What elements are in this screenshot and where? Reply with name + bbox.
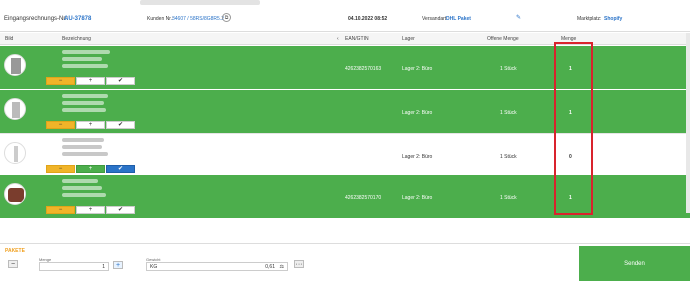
copy-icon[interactable]: ⧉	[222, 13, 231, 22]
edit-pencil-icon[interactable]: ✎	[516, 15, 522, 21]
increase-button[interactable]: +	[76, 165, 105, 173]
marketplace-label: Marktplatz:	[577, 16, 602, 22]
lager-cell: Lager 2: Büro	[402, 110, 433, 116]
decrease-button[interactable]: −	[46, 206, 75, 214]
blurred-product-detail	[62, 186, 102, 190]
lager-cell: Lager 2: Büro	[402, 66, 433, 72]
offen-cell: 1 Stück	[500, 195, 517, 201]
blurred-product-name	[62, 179, 98, 183]
scrollbar[interactable]	[686, 33, 690, 213]
increase-button[interactable]: +	[76, 77, 105, 85]
decrease-button[interactable]: −	[46, 165, 75, 173]
confirm-button[interactable]: ✔	[106, 121, 135, 129]
confirm-button[interactable]: ✔	[106, 77, 135, 85]
top-strip	[0, 0, 690, 8]
blurred-product-variant	[62, 64, 108, 68]
customer-label: Kunden Nr.:	[147, 16, 174, 22]
blurred-product-name	[62, 94, 108, 98]
confirm-button[interactable]: ✔	[106, 165, 135, 173]
product-image	[4, 54, 26, 76]
blurred-title	[140, 0, 260, 5]
scale-icon[interactable]: ⚖	[280, 264, 284, 270]
decrease-button[interactable]: −	[46, 121, 75, 129]
ean-cell: 4262382570163	[345, 66, 382, 72]
col-lager: Lager	[402, 36, 415, 42]
order-header: Eingangsrechnungs-Nr.: AU-37878 Kunden N…	[0, 10, 690, 28]
confirm-button[interactable]: ✔	[106, 206, 135, 214]
gewicht-value: 0,61	[265, 264, 275, 270]
product-image	[4, 183, 26, 205]
blurred-product-name	[62, 138, 104, 142]
marketplace-value[interactable]: Shopify	[604, 16, 622, 22]
ean-cell: 4262382570170	[345, 195, 382, 201]
blurred-product-detail	[62, 101, 104, 105]
col-bild: Bild	[5, 36, 14, 42]
order-label: Eingangsrechnungs-Nr.:	[4, 16, 69, 22]
col-offene-menge: Offene Menge	[487, 36, 519, 42]
lager-cell: Lager 2: Büro	[402, 154, 433, 160]
remove-package-button[interactable]: −	[8, 260, 18, 268]
send-button[interactable]: Senden	[579, 246, 690, 281]
menge-highlight-frame	[554, 42, 593, 215]
increase-button[interactable]: +	[76, 206, 105, 214]
customer-value[interactable]: 34607 / 58RS/8G8R5.2	[172, 16, 224, 22]
menge-input[interactable]: 1	[39, 262, 109, 271]
blurred-product-variant	[62, 108, 106, 112]
order-date: 04.10.2022 08:52	[348, 16, 388, 22]
increase-button[interactable]: +	[76, 121, 105, 129]
order-number[interactable]: AU-37878	[64, 16, 91, 22]
blurred-product-detail	[62, 145, 102, 149]
decrease-button[interactable]: −	[46, 77, 75, 85]
divider	[0, 31, 690, 32]
product-image	[4, 98, 26, 120]
offen-cell: 1 Stück	[500, 154, 517, 160]
packages-title: PAKETE	[5, 248, 25, 254]
chevron-left-icon[interactable]: ‹	[337, 36, 339, 42]
more-options-button[interactable]: ···	[294, 260, 304, 268]
increase-menge-button[interactable]: +	[113, 261, 123, 269]
col-bezeichnung: Bezeichnung	[62, 36, 91, 42]
shipping-value[interactable]: DHL Paket	[446, 16, 471, 22]
product-image	[4, 142, 26, 164]
shipping-label: Versandart:	[422, 16, 448, 22]
lager-cell: Lager 2: Büro	[402, 195, 433, 201]
blurred-product-variant	[62, 152, 108, 156]
gewicht-unit: KG	[150, 264, 158, 270]
blurred-product-name	[62, 50, 110, 54]
blurred-product-detail	[62, 57, 102, 61]
offen-cell: 1 Stück	[500, 110, 517, 116]
col-ean: EAN/GTIN	[345, 36, 369, 42]
gewicht-input[interactable]: KG 0,61 ⚖	[146, 262, 288, 271]
blurred-product-variant	[62, 193, 106, 197]
offen-cell: 1 Stück	[500, 66, 517, 72]
